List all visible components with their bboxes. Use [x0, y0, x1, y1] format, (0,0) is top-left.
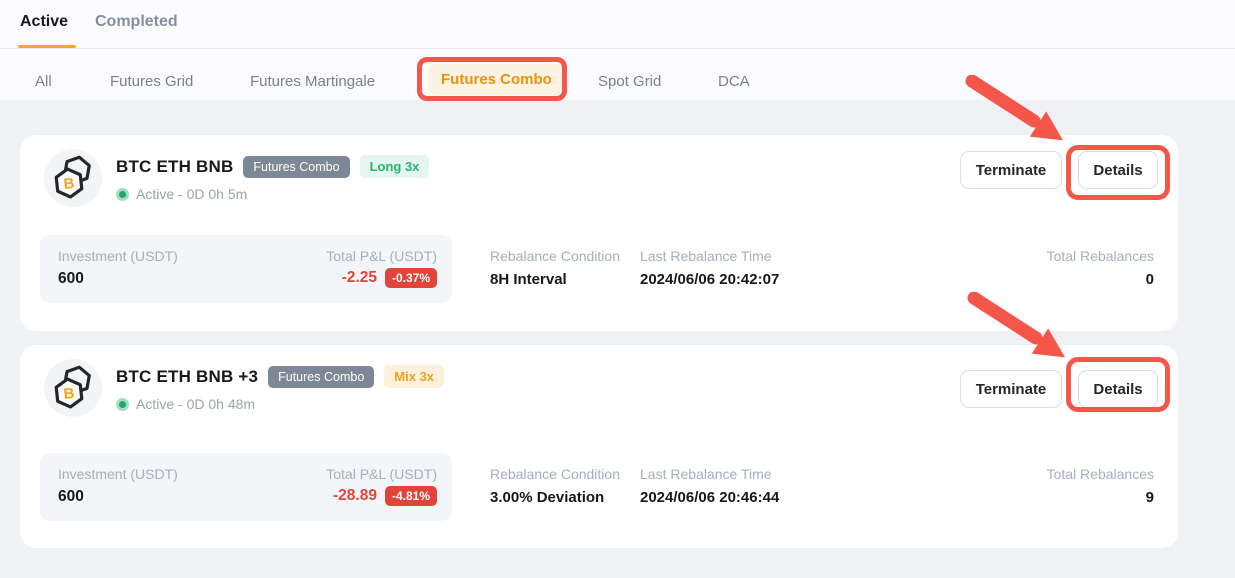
bitcoin-hexagons-icon: B	[44, 149, 102, 207]
terminate-button[interactable]: Terminate	[960, 370, 1062, 408]
bitcoin-hexagons-icon: B	[44, 359, 102, 417]
last-rebalance-time-label: Last Rebalance Time	[640, 248, 779, 264]
trading-bots-page: Active Completed All Futures Grid Future…	[0, 0, 1235, 578]
filter-tab-dca[interactable]: DCA	[718, 73, 750, 90]
details-button[interactable]: Details	[1078, 151, 1158, 189]
pnl-value: -2.25	[342, 269, 377, 287]
bot-title: BTC ETH BNB	[116, 157, 233, 177]
bot-avatar: B	[44, 359, 102, 417]
filter-tab-futures-martingale[interactable]: Futures Martingale	[250, 73, 375, 90]
pnl-label: Total P&L (USDT)	[326, 466, 437, 482]
bot-card-2: B BTC ETH BNB +3 Futures Combo Mix 3x Ac…	[20, 345, 1178, 548]
investment-label: Investment (USDT)	[58, 466, 178, 482]
last-rebalance-time-value: 2024/06/06 20:46:44	[640, 489, 779, 506]
mode-badge: Mix 3x	[384, 365, 444, 388]
terminate-button[interactable]: Terminate	[960, 151, 1062, 189]
tab-completed[interactable]: Completed	[95, 13, 178, 31]
status-text: Active - 0D 0h 48m	[136, 396, 255, 412]
svg-text:B: B	[63, 175, 76, 193]
filter-tab-futures-combo-selected[interactable]: Futures Combo	[428, 64, 565, 95]
pnl-percent-badge: -4.81%	[385, 486, 437, 506]
rebalance-condition-label: Rebalance Condition	[490, 466, 620, 482]
rebalance-condition-label: Rebalance Condition	[490, 248, 620, 264]
bot-card-1: B BTC ETH BNB Futures Combo Long 3x Acti…	[20, 135, 1178, 331]
status-dot-icon	[116, 398, 129, 411]
header-divider	[0, 48, 1235, 49]
total-rebalances-label: Total Rebalances	[1047, 466, 1154, 482]
pnl-percent-badge: -0.37%	[385, 268, 437, 288]
total-rebalances-value: 9	[1047, 489, 1154, 506]
total-rebalances-label: Total Rebalances	[1047, 248, 1154, 264]
total-rebalances-value: 0	[1047, 271, 1154, 288]
bot-status: Active - 0D 0h 5m	[116, 186, 247, 202]
filter-tab-all[interactable]: All	[35, 73, 52, 90]
rebalance-condition-value: 3.00% Deviation	[490, 489, 620, 506]
svg-text:B: B	[63, 385, 76, 403]
strategy-badge: Futures Combo	[268, 366, 374, 388]
last-rebalance-time-label: Last Rebalance Time	[640, 466, 779, 482]
investment-label: Investment (USDT)	[58, 248, 178, 264]
details-button[interactable]: Details	[1078, 370, 1158, 408]
pnl-label: Total P&L (USDT)	[326, 248, 437, 264]
filter-tab-spot-grid[interactable]: Spot Grid	[598, 73, 661, 90]
mode-badge: Long 3x	[360, 155, 430, 178]
bot-title: BTC ETH BNB +3	[116, 367, 258, 387]
bot-avatar: B	[44, 149, 102, 207]
strategy-badge: Futures Combo	[243, 156, 349, 178]
investment-pnl-panel: Investment (USDT) 600 Total P&L (USDT) -…	[40, 453, 452, 521]
last-rebalance-time-value: 2024/06/06 20:42:07	[640, 271, 779, 288]
investment-value: 600	[58, 270, 178, 288]
filter-tab-futures-grid[interactable]: Futures Grid	[110, 73, 193, 90]
tab-active[interactable]: Active	[20, 13, 68, 31]
status-dot-icon	[116, 188, 129, 201]
rebalance-condition-value: 8H Interval	[490, 271, 620, 288]
bot-status: Active - 0D 0h 48m	[116, 396, 255, 412]
investment-pnl-panel: Investment (USDT) 600 Total P&L (USDT) -…	[40, 235, 452, 303]
status-text: Active - 0D 0h 5m	[136, 186, 247, 202]
investment-value: 600	[58, 488, 178, 506]
pnl-value: -28.89	[333, 487, 377, 505]
